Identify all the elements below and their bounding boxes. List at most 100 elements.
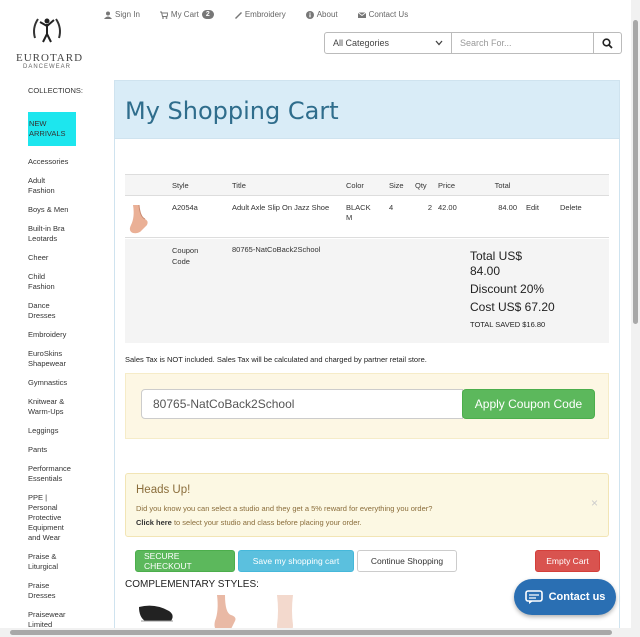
coupon-code-input[interactable]: 80765-NatCoBack2School [141,389,463,419]
info-icon [305,10,314,19]
total-saved: TOTAL SAVED $16.80 [470,320,546,329]
studio-reward-alert: Heads Up! Did you know you can select a … [125,473,609,537]
brand-name: EUROTARD [16,52,84,64]
coupon-summary: Coupon Code 80765-NatCoBack2School Total… [125,239,609,343]
total-amount: Total US$ 84.00 [470,249,523,278]
header-style: Style [172,180,189,190]
sidebar-item-pants[interactable]: Pants [28,445,106,455]
sidebar-item-cheer[interactable]: Cheer [28,253,106,263]
vertical-scrollbar[interactable] [631,0,640,628]
sidebar-item-accessories[interactable]: Accessories [28,157,106,167]
contact-link[interactable]: Contact Us [357,10,409,19]
cart-icon [159,11,168,19]
search-placeholder: Search For... [460,38,512,48]
sidebar-item-embroidery[interactable]: Embroidery [28,330,106,340]
close-icon[interactable]: × [591,496,598,510]
cart-actions: SECURE CHECKOUT Save my shopping cart Co… [135,550,457,572]
about-link[interactable]: About [305,10,338,19]
search-button[interactable] [594,32,622,54]
header-total: Total [494,180,511,190]
embroidery-label: Embroidery [244,10,286,19]
row-delete-link[interactable]: Delete [557,203,597,212]
row-qty: 2 [427,203,432,212]
dancer-logo-icon [33,18,61,43]
contact-us-widget[interactable]: Contact us [514,579,616,615]
tax-note: Sales Tax is NOT included. Sales Tax wil… [125,355,427,364]
complementary-title: COMPLEMENTARY STYLES: [125,579,259,590]
collections-sidebar: COLLECTIONS: NEW ARRIVALS Accessories Ad… [28,86,106,637]
sidebar-item-adult-fashion[interactable]: Adult Fashion [28,176,68,196]
chat-icon [524,590,543,604]
contact-us-label: Contact us [548,591,606,603]
embroidery-link[interactable]: Embroidery [234,10,286,19]
sidebar-item-built-in-bra[interactable]: Built-in Bra Leotards [28,224,76,244]
sidebar-item-praise-liturgical[interactable]: Praise & Liturgical [28,552,72,572]
cart-table-header: Style Title Color Size Qty Price Total [125,174,609,196]
horizontal-scrollbar[interactable] [0,628,640,637]
alert-title: Heads Up! [136,484,191,496]
cost-amount: Cost US$ 67.20 [470,300,555,314]
cart-panel-header: My Shopping Cart [115,81,619,139]
needle-icon [234,11,242,19]
jazz-shoe-image [129,204,148,234]
horizontal-scrollbar-thumb[interactable] [10,630,612,635]
cart-count-badge: 2 [201,10,214,19]
page-title: My Shopping Cart [125,97,339,125]
sidebar-item-praise-dresses[interactable]: Praise Dresses [28,581,68,601]
sidebar-item-knitwear[interactable]: Knitwear & Warm-Ups [28,397,74,417]
product-thumbnail[interactable] [125,203,172,237]
alert-click-here-link[interactable]: Click here [136,518,172,527]
alert-line1: Did you know you can select a studio and… [136,504,433,513]
collections-heading: COLLECTIONS: [28,86,84,95]
my-cart-label: My Cart [170,10,199,19]
about-label: About [316,10,338,19]
sidebar-item-leggings[interactable]: Leggings [28,426,106,436]
sidebar-item-dance-dresses[interactable]: Dance Dresses [28,301,68,321]
sign-in-link[interactable]: Sign In [104,10,140,19]
header-title: Title [232,180,246,190]
sidebar-item-gymnastics[interactable]: Gymnastics [28,378,106,388]
search-bar: All Categories Search For... [324,32,622,54]
secure-checkout-button[interactable]: SECURE CHECKOUT [135,550,235,572]
sidebar-item-boys-men[interactable]: Boys & Men [28,205,106,215]
alert-line2: to select your studio and class before p… [171,518,362,527]
order-totals: Total US$ 84.00 Discount 20% Cost US$ 67… [470,249,555,329]
header-qty: Qty [415,180,427,190]
row-size: 4 [389,203,394,212]
top-navigation: Sign In My Cart 2 Embroidery About Conta… [104,10,428,19]
user-icon [104,11,112,19]
cart-panel: My Shopping Cart Style Title Color Size … [114,80,620,637]
envelope-icon [357,11,366,18]
chevron-down-icon [435,40,443,46]
continue-shopping-button[interactable]: Continue Shopping [357,550,457,572]
vertical-scrollbar-thumb[interactable] [633,20,638,324]
contact-label: Contact Us [368,10,409,19]
row-title[interactable]: Adult Axle Slip On Jazz Shoe [232,203,346,213]
brand-subname: DANCEWEAR [22,64,71,70]
sign-in-label: Sign In [115,10,140,19]
table-row: A2054a Adult Axle Slip On Jazz Shoe BLAC… [125,196,609,238]
row-edit-link[interactable]: Edit [517,203,557,212]
sidebar-item-euroskins[interactable]: EuroSkins Shapewear [28,349,74,369]
sidebar-item-new-arrivals[interactable]: NEW ARRIVALS [28,112,76,146]
header-price: Price [438,180,456,190]
sidebar-item-performance[interactable]: Performance Essentials [28,464,78,484]
row-price: 42.00 [438,203,457,212]
sidebar-item-ppe[interactable]: PPE | Personal Protective Equipment and … [28,493,72,543]
cart-table: Style Title Color Size Qty Price Total A… [125,174,609,238]
category-select[interactable]: All Categories [324,32,452,54]
discount-amount: Discount 20% [470,282,545,296]
row-style: A2054a [172,203,198,212]
save-cart-button[interactable]: Save my shopping cart [238,550,354,572]
apply-coupon-button[interactable]: Apply Coupon Code [462,389,595,419]
coupon-form: 80765-NatCoBack2School Apply Coupon Code [125,373,609,439]
my-cart-link[interactable]: My Cart 2 [159,10,214,19]
category-select-value: All Categories [333,38,390,48]
row-color: BLACK M [346,203,371,222]
sidebar-item-child-fashion[interactable]: Child Fashion [28,272,68,292]
search-icon [602,37,613,49]
alert-line2-wrapper: Click here to select your studio and cla… [136,516,598,530]
brand-logo[interactable]: EUROTARD DANCEWEAR [16,14,84,70]
empty-cart-button[interactable]: Empty Cart [535,550,600,572]
search-input[interactable]: Search For... [452,32,594,54]
